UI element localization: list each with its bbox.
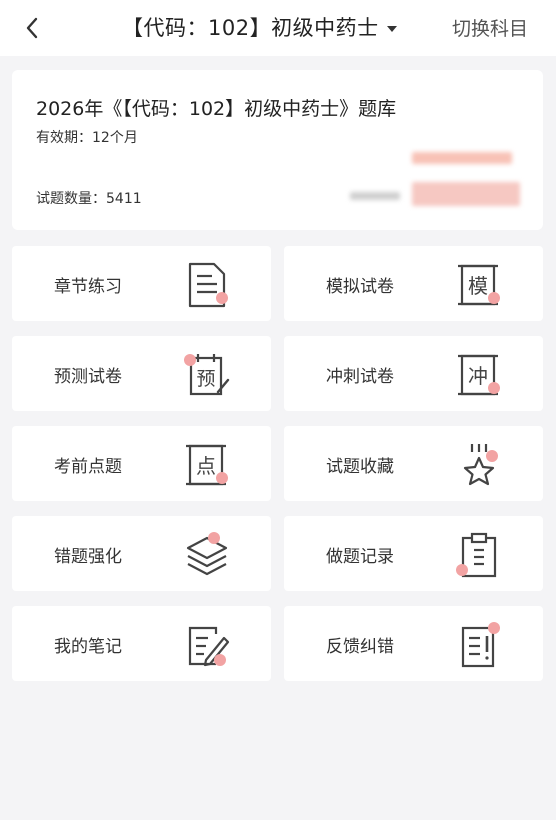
page-title: 【代码：102】初级中药士 (122, 16, 379, 40)
menu-tile-label: 反馈纠错 (326, 637, 394, 657)
clipboard-icon (456, 532, 497, 578)
validity-text: 有效期：12个月 (36, 130, 138, 146)
calendar-yu-icon: 预 (184, 354, 230, 396)
menu-tile-label: 考前点题 (54, 457, 122, 477)
menu-tile-mistake-review[interactable]: 错题强化 (12, 516, 271, 591)
redacted-block (412, 182, 520, 206)
feedback-icon (461, 622, 500, 668)
scroll-mo-icon: 模 (458, 264, 500, 306)
back-button[interactable] (18, 12, 46, 44)
svg-text:模: 模 (468, 274, 488, 298)
document-list-icon (188, 262, 228, 308)
menu-tile-label: 错题强化 (54, 547, 122, 567)
menu-tile-label: 预测试卷 (54, 367, 122, 387)
svg-text:冲: 冲 (468, 364, 488, 388)
menu-tile-sprint-exam[interactable]: 冲刺试卷 冲 (284, 336, 543, 411)
scroll-dian-icon: 点 (186, 444, 228, 486)
switch-subject-button[interactable]: 切换科目 (452, 14, 528, 41)
menu-tile-favorites[interactable]: 试题收藏 (284, 426, 543, 501)
menu-tile-label: 模拟试卷 (326, 277, 394, 297)
svg-text:预: 预 (196, 368, 215, 390)
menu-tile-prediction-exam[interactable]: 预测试卷 预 (12, 336, 271, 411)
note-edit-icon (188, 626, 230, 667)
menu-tile-chapter-practice[interactable]: 章节练习 (12, 246, 271, 321)
menu-tile-mock-exam[interactable]: 模拟试卷 模 (284, 246, 543, 321)
question-bank-card: 2026年《【代码：102】初级中药士》题库 有效期：12个月 试题数量：541… (12, 70, 543, 230)
caret-down-icon (386, 25, 397, 32)
scroll-chong-icon: 冲 (458, 354, 500, 396)
menu-tile-key-points[interactable]: 考前点题 点 (12, 426, 271, 501)
bank-title: 2026年《【代码：102】初级中药士》题库 (36, 98, 397, 120)
star-icon (463, 444, 498, 486)
menu-tile-label: 试题收藏 (326, 457, 394, 477)
redacted-block (350, 192, 400, 200)
top-bar: 【代码：102】初级中药士 切换科目 (0, 0, 556, 56)
redacted-block (412, 152, 512, 164)
menu-tile-label: 做题记录 (326, 547, 394, 567)
menu-tile-label: 章节练习 (54, 277, 122, 297)
question-count: 试题数量：5411 (36, 191, 142, 207)
menu-tile-practice-history[interactable]: 做题记录 (284, 516, 543, 591)
subject-selector[interactable]: 【代码：102】初级中药士 (122, 10, 397, 44)
menu-tile-label: 我的笔记 (54, 637, 122, 657)
svg-text:点: 点 (196, 454, 216, 478)
menu-tile-label: 冲刺试卷 (326, 367, 394, 387)
menu-tile-my-notes[interactable]: 我的笔记 (12, 606, 271, 681)
chevron-left-icon (26, 17, 38, 39)
menu-tile-feedback[interactable]: 反馈纠错 (284, 606, 543, 681)
layers-icon (186, 532, 228, 576)
